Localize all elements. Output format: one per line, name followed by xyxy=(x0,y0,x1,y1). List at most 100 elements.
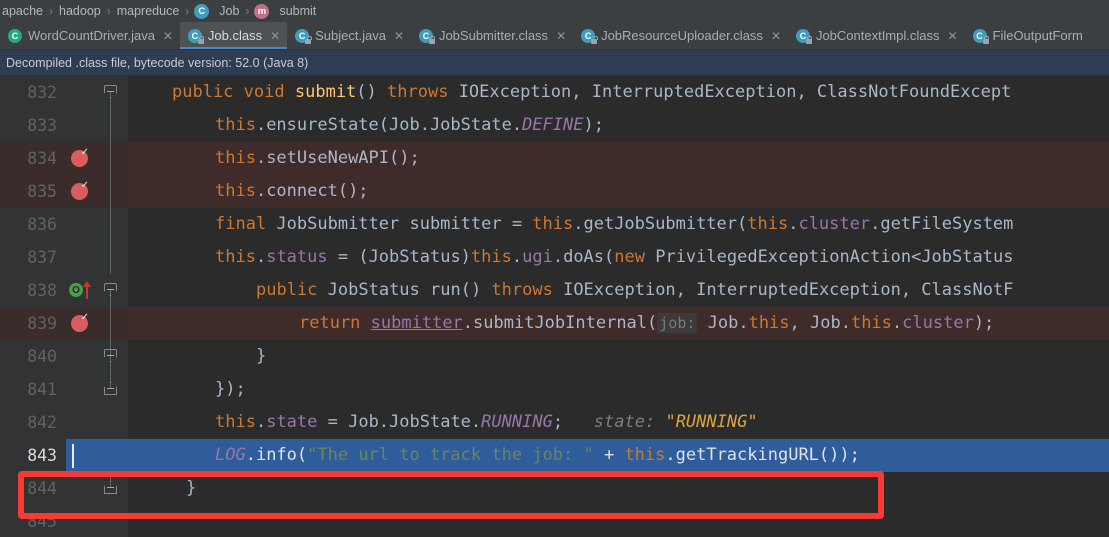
code-line-833[interactable]: 833 this.ensureState(Job.JobState.DEFINE… xyxy=(0,109,1109,142)
fold-gutter[interactable] xyxy=(94,208,128,241)
tab-wordcountdriver-java[interactable]: C WordCountDriver.java ✕ xyxy=(0,22,180,49)
breadcrumb-label: submit xyxy=(279,4,317,18)
breadcrumb-item-mapreduce[interactable]: mapreduce xyxy=(112,4,185,18)
line-number: 840 xyxy=(0,340,66,373)
close-icon[interactable]: ✕ xyxy=(556,29,566,43)
tab-label: JobContextImpl.class xyxy=(815,28,940,43)
fold-gutter[interactable] xyxy=(94,175,128,208)
code-line-836[interactable]: 836 final JobSubmitter submitter = this.… xyxy=(0,208,1109,241)
gutter-icons[interactable] xyxy=(66,208,94,241)
close-icon[interactable]: ✕ xyxy=(163,29,173,43)
code-line-838[interactable]: 838 O public JobStatus run() throws IOEx… xyxy=(0,274,1109,307)
fold-collapse-icon[interactable] xyxy=(104,85,117,100)
modified-marker-icon xyxy=(83,281,91,299)
fold-gutter[interactable] xyxy=(94,241,128,274)
line-number: 832 xyxy=(0,76,66,109)
class-file-icon: C xyxy=(295,28,312,44)
decompiled-file-notification: Decompiled .class file, bytecode version… xyxy=(0,50,1109,76)
code-line-840[interactable]: 840 } xyxy=(0,340,1109,373)
gutter-icons[interactable] xyxy=(66,472,94,505)
breakpoint-icon[interactable]: ✓ xyxy=(71,148,89,167)
gutter-icons[interactable]: O xyxy=(66,274,94,307)
fold-expand-icon[interactable] xyxy=(104,481,117,496)
code-text: this.setUseNewAPI(); xyxy=(215,148,420,168)
close-icon[interactable]: ✕ xyxy=(948,29,958,43)
fold-collapse-icon[interactable] xyxy=(104,349,117,364)
fold-gutter[interactable] xyxy=(94,307,128,340)
code-line-837[interactable]: 837 this.status = (JobStatus)this.ugi.do… xyxy=(0,241,1109,274)
breadcrumb-item-apache[interactable]: apache xyxy=(0,4,48,18)
fold-expand-icon[interactable] xyxy=(104,382,117,397)
gutter-icons[interactable] xyxy=(66,340,94,373)
code-line-835[interactable]: 835 ✓ this.connect(); xyxy=(0,175,1109,208)
tab-job-class[interactable]: C Job.class ✕ xyxy=(179,22,288,49)
tab-jobresourceuploader-class[interactable]: C JobResourceUploader.class ✕ xyxy=(573,22,788,49)
implements-method-icon[interactable]: O xyxy=(69,283,83,297)
editor-tab-bar[interactable]: C WordCountDriver.java ✕ C Job.class ✕ C… xyxy=(0,22,1109,50)
code-line-839[interactable]: 839 ✓ return submitter.submitJobInternal… xyxy=(0,307,1109,340)
breakpoint-icon[interactable]: ✓ xyxy=(71,181,89,200)
fold-gutter[interactable] xyxy=(94,472,128,505)
tab-label: FileOutputForm xyxy=(992,28,1083,43)
fold-gutter[interactable] xyxy=(94,274,128,307)
close-icon[interactable]: ✕ xyxy=(771,29,781,43)
code-text: this.status = (JobStatus)this.ugi.doAs(n… xyxy=(215,247,1014,267)
close-icon[interactable]: ✕ xyxy=(394,29,404,43)
fold-collapse-icon[interactable] xyxy=(104,283,117,298)
code-line-841[interactable]: 841 }); xyxy=(0,373,1109,406)
navigation-breadcrumb[interactable]: apache › hadoop › mapreduce › C Job › m … xyxy=(0,0,1109,22)
tab-label: JobResourceUploader.class xyxy=(601,28,763,43)
breadcrumb-item-submit[interactable]: m submit xyxy=(250,3,321,19)
breadcrumb-label: Job xyxy=(219,4,240,18)
change-marker-strip xyxy=(128,109,166,142)
close-icon[interactable]: ✕ xyxy=(270,29,280,43)
fold-gutter[interactable] xyxy=(94,406,128,439)
change-marker-strip xyxy=(128,76,166,109)
text-caret xyxy=(72,444,74,468)
gutter-icons[interactable] xyxy=(66,76,94,109)
gutter-icons[interactable] xyxy=(66,505,94,537)
gutter-icons[interactable] xyxy=(66,241,94,274)
code-line-843[interactable]: 843 LOG.info("The url to track the job: … xyxy=(0,439,1109,472)
breadcrumb-item-job[interactable]: C Job xyxy=(190,3,244,19)
code-line-844[interactable]: 844 } xyxy=(0,472,1109,505)
gutter-icons[interactable] xyxy=(66,373,94,406)
code-text: this.connect(); xyxy=(215,181,369,201)
line-number: 843 xyxy=(0,439,66,472)
lock-icon xyxy=(197,36,205,44)
gutter-icons[interactable] xyxy=(66,109,94,142)
fold-gutter[interactable] xyxy=(94,109,128,142)
line-number: 836 xyxy=(0,208,66,241)
fold-gutter[interactable] xyxy=(94,439,128,472)
breadcrumb-item-hadoop[interactable]: hadoop xyxy=(54,4,106,18)
tab-fileoutputformat-class[interactable]: C FileOutputForm xyxy=(965,22,1090,49)
gutter-icons[interactable]: ✓ xyxy=(66,142,94,175)
gutter-icons[interactable] xyxy=(66,439,94,472)
fold-gutter[interactable] xyxy=(94,76,128,109)
fold-guide xyxy=(110,241,111,274)
gutter-icons[interactable]: ✓ xyxy=(66,175,94,208)
gutter-icons[interactable] xyxy=(66,406,94,439)
fold-guide xyxy=(110,208,111,241)
code-editor[interactable]: 832 public void submit() throws IOExcept… xyxy=(0,76,1109,537)
code-line-845[interactable]: 845 xyxy=(0,505,1109,537)
fold-gutter[interactable] xyxy=(94,505,128,537)
code-line-834[interactable]: 834 ✓ this.setUseNewAPI(); xyxy=(0,142,1109,175)
fold-gutter[interactable] xyxy=(94,340,128,373)
code-text: public void submit() throws IOException,… xyxy=(172,82,1012,102)
change-marker-strip xyxy=(128,439,166,472)
gutter-icons[interactable]: ✓ xyxy=(66,307,94,340)
tab-jobcontextimpl-class[interactable]: C JobContextImpl.class ✕ xyxy=(788,22,965,49)
code-line-832[interactable]: 832 public void submit() throws IOExcept… xyxy=(0,76,1109,109)
tab-subject-java[interactable]: C Subject.java ✕ xyxy=(287,22,411,49)
line-number: 838 xyxy=(0,274,66,307)
tab-jobsubmitter-class[interactable]: C JobSubmitter.class ✕ xyxy=(411,22,573,49)
class-file-icon: C xyxy=(972,28,989,44)
code-line-842[interactable]: 842 this.state = Job.JobState.RUNNING; s… xyxy=(0,406,1109,439)
breadcrumb-label: mapreduce xyxy=(116,4,180,18)
fold-gutter[interactable] xyxy=(94,373,128,406)
change-marker-strip xyxy=(128,175,166,208)
breakpoint-icon[interactable]: ✓ xyxy=(71,313,89,332)
fold-gutter[interactable] xyxy=(94,142,128,175)
